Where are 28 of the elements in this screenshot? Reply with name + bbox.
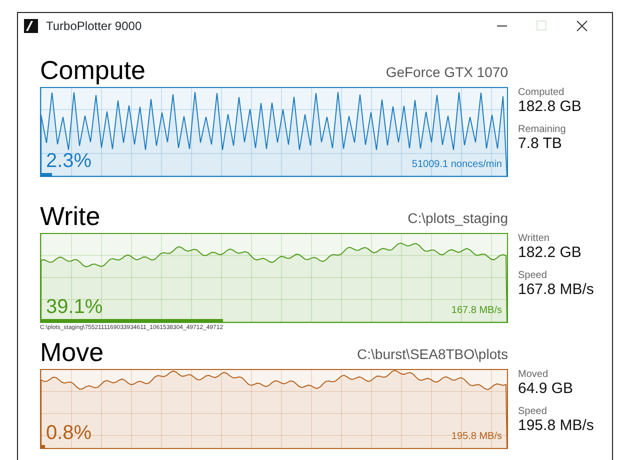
stat-label: Moved	[518, 369, 550, 380]
stat-label: Speed	[518, 270, 548, 281]
section-subtitle: GeForce GTX 1070	[386, 63, 508, 82]
app-logo-icon	[24, 19, 38, 33]
stat-value: 182.8 GB	[518, 98, 582, 116]
stat-label: Written	[518, 233, 550, 244]
rate-label: 51009.1 nonces/min	[410, 159, 503, 171]
close-icon	[576, 20, 588, 32]
stat-value: 7.8 TB	[518, 135, 563, 153]
rate-label: 195.8 MB/s	[450, 431, 503, 443]
percent-label: 0.8%	[45, 423, 93, 443]
stat-value: 182.2 GB	[518, 244, 582, 262]
window-title: TurboPlotter 9000	[46, 18, 142, 35]
percent-label: 39.1%	[45, 297, 104, 317]
section-subtitle: C:\plots_staging	[408, 209, 508, 228]
section-title: Compute	[40, 57, 146, 83]
stat-label: Speed	[518, 406, 548, 417]
rate-label: 167.8 MB/s	[450, 305, 503, 317]
maximize-icon	[536, 20, 548, 32]
stat-label: Computed	[518, 87, 566, 98]
section-title: Write	[40, 203, 100, 229]
stat-value: 64.9 GB	[518, 380, 574, 398]
section-title: Move	[40, 339, 104, 365]
stat-value: 195.8 MB/s	[518, 417, 595, 435]
stat-value: 167.8 MB/s	[518, 281, 595, 299]
section-subtitle: C:\burst\SEA8TBO\plots	[357, 345, 508, 364]
percent-label: 2.3%	[45, 151, 93, 171]
stat-label: Remaining	[518, 124, 567, 135]
